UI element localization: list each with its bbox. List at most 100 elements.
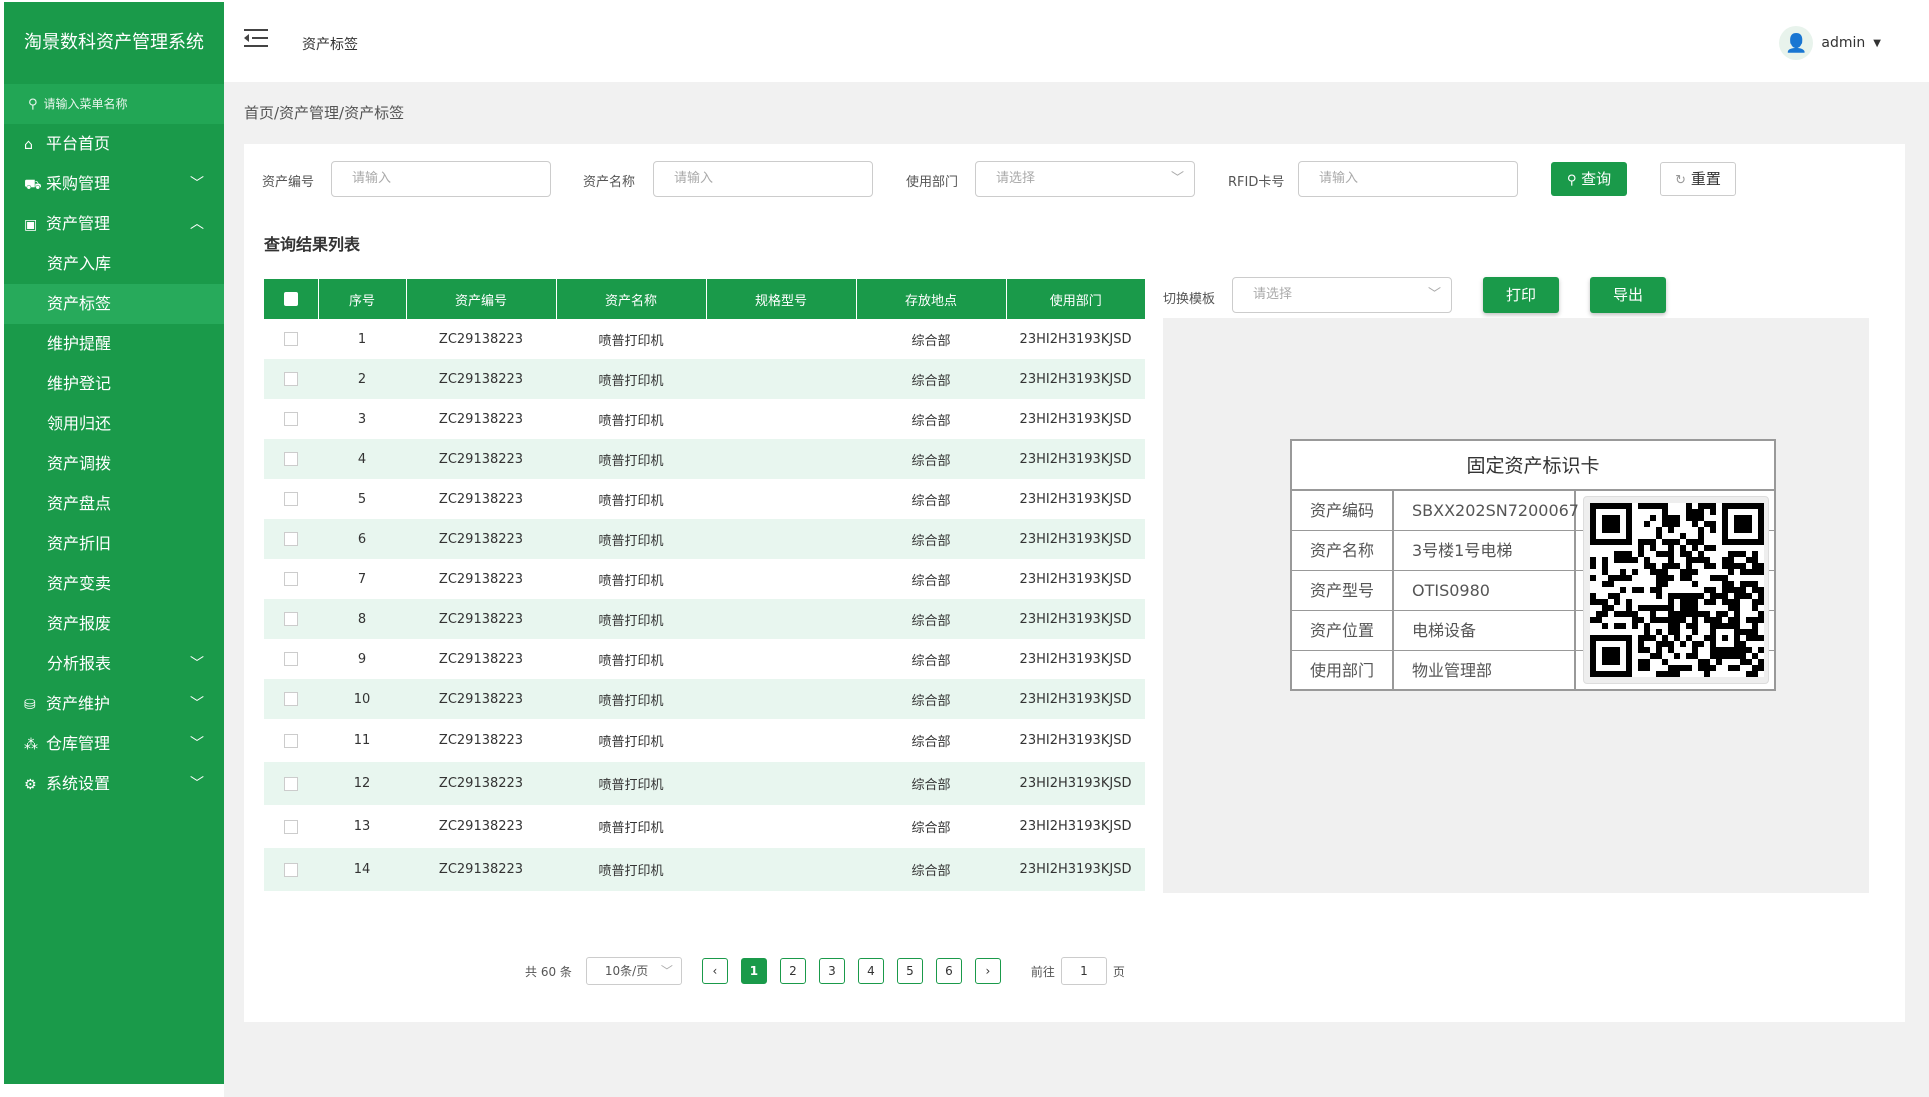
app-root: 淘景数科资产管理系统 ⚲ 请输入菜单名称 ⌂ 平台首页 ⛟ 采购管理 ﹀ ▣ 资产管理 …	[0, 0, 1929, 1097]
prev-page-button[interactable]: ‹	[701, 958, 728, 984]
home-icon: ⌂	[24, 137, 33, 153]
table-row[interactable]: 3 ZC29138223 喷普打印机 综合部 23HI2H3193KJSD	[264, 399, 1145, 439]
chevron-down-icon: ﹀	[190, 736, 204, 752]
submenu-item-asset-transfer[interactable]: 资产调拨	[4, 444, 224, 484]
refresh-icon: ↻	[1675, 173, 1687, 188]
template-select[interactable]: 请选择 ﹀	[1232, 277, 1452, 313]
qr-code-container	[1578, 491, 1774, 689]
table-row[interactable]: 1 ZC29138223 喷普打印机 综合部 23HI2H3193KJSD	[264, 319, 1145, 359]
row-checkbox[interactable]	[264, 639, 318, 679]
row-checkbox[interactable]	[264, 679, 318, 719]
page-button[interactable]: 3	[818, 958, 845, 984]
table-cell: 23HI2H3193KJSD	[1006, 439, 1145, 479]
menu-collapse-icon[interactable]	[244, 28, 268, 54]
row-checkbox[interactable]	[264, 719, 318, 762]
table-cell: 23HI2H3193KJSD	[1019, 651, 1132, 667]
submenu-item-asset-scrap[interactable]: 资产报废	[4, 604, 224, 644]
query-button[interactable]: ⚲ 查询	[1551, 162, 1627, 196]
table-row[interactable]: 4 ZC29138223 喷普打印机 综合部 23HI2H3193KJSD	[264, 439, 1145, 479]
submenu-item-asset-inventory[interactable]: 资产盘点	[4, 484, 224, 524]
row-checkbox[interactable]	[264, 805, 318, 848]
page-size-select[interactable]: 10条/页 ﹀	[585, 957, 682, 985]
table-cell: 喷普打印机	[556, 519, 706, 559]
table-cell: 23HI2H3193KJSD	[1019, 733, 1132, 748]
reset-button[interactable]: ↻ 重置	[1660, 162, 1736, 196]
sidebar-item-asset-maintenance[interactable]: ⛁ 资产维护 ﹀	[4, 684, 224, 724]
export-button[interactable]: 导出	[1590, 277, 1666, 313]
submenu-item-asset-depreciation[interactable]: 资产折旧	[4, 524, 224, 564]
table-cell: 喷普打印机	[556, 679, 706, 719]
table-cell	[706, 599, 856, 639]
table-row[interactable]: 11 ZC29138223 喷普打印机 综合部 23HI2H3193KJSD	[264, 719, 1145, 762]
table-cell: 23HI2H3193KJSD	[1006, 519, 1145, 559]
dept-label: 使用部门	[906, 175, 959, 190]
table-row[interactable]: 14 ZC29138223 喷普打印机 综合部 23HI2H3193KJSD	[264, 848, 1145, 891]
dept-select[interactable]: 请选择 ﹀	[975, 161, 1195, 197]
sidebar-item-settings[interactable]: ⚙ 系统设置 ﹀	[4, 764, 224, 804]
table-row[interactable]: 12 ZC29138223 喷普打印机 综合部 23HI2H3193KJSD	[264, 762, 1145, 805]
table-cell: 喷普打印机	[598, 413, 664, 429]
col-header: 资产名称	[556, 279, 707, 319]
table-row[interactable]: 8 ZC29138223 喷普打印机 综合部 23HI2H3193KJSD	[264, 599, 1145, 639]
table-cell	[706, 559, 856, 599]
row-checkbox[interactable]	[264, 399, 318, 439]
asset-code-input[interactable]: 请输入	[331, 161, 551, 197]
table-row[interactable]: 9 ZC29138223 喷普打印机 综合部 23HI2H3193KJSD	[264, 639, 1145, 679]
table-cell: 3	[357, 411, 367, 427]
row-checkbox[interactable]	[264, 519, 318, 559]
asset-name-input[interactable]: 请输入	[653, 161, 873, 197]
table-body: 1 ZC29138223 喷普打印机 综合部 23HI2H3193KJSD 2 ZC2913…	[264, 319, 1145, 891]
table-cell: 喷普打印机	[598, 333, 664, 349]
results-table: 序号 资产编号 资产名称 规格型号 存放地点 使用部门 1 ZC29138223 喷…	[264, 279, 1145, 891]
sidebar-item-warehouse[interactable]: ⁂ 仓库管理 ﹀	[4, 724, 224, 764]
row-checkbox[interactable]	[264, 359, 318, 399]
row-checkbox[interactable]	[264, 319, 318, 359]
table-cell	[706, 719, 856, 762]
submenu-item-asset-in[interactable]: 资产入库	[4, 244, 224, 284]
page-button[interactable]: 5	[896, 958, 923, 984]
submenu-item-maintenance-reminder[interactable]: 维护提醒	[4, 324, 224, 364]
sidebar-item-home[interactable]: ⌂ 平台首页	[4, 124, 224, 164]
next-page-button[interactable]: ›	[974, 958, 1001, 984]
page-button[interactable]: 4	[857, 958, 884, 984]
submenu-item-reports[interactable]: 分析报表 ﹀	[4, 644, 224, 684]
page-button[interactable]: 6	[935, 958, 962, 984]
rfid-input[interactable]: 请输入	[1298, 161, 1518, 197]
select-all-checkbox[interactable]	[264, 279, 319, 319]
goto-suffix: 页	[1112, 964, 1125, 979]
chevron-down-icon: ﹀	[190, 176, 204, 192]
row-checkbox[interactable]	[264, 559, 318, 599]
page-size-value: 10条/页	[604, 964, 649, 978]
table-row[interactable]: 6 ZC29138223 喷普打印机 综合部 23HI2H3193KJSD	[264, 519, 1145, 559]
chevron-down-icon: ﹀	[1170, 171, 1184, 186]
table-row[interactable]: 13 ZC29138223 喷普打印机 综合部 23HI2H3193KJSD	[264, 805, 1145, 848]
table-row[interactable]: 7 ZC29138223 喷普打印机 综合部 23HI2H3193KJSD	[264, 559, 1145, 599]
table-cell: 喷普打印机	[598, 573, 664, 589]
page-title: 资产标签	[302, 37, 358, 53]
print-button[interactable]: 打印	[1483, 277, 1559, 313]
col-header: 序号	[318, 279, 407, 319]
table-row[interactable]: 2 ZC29138223 喷普打印机 综合部 23HI2H3193KJSD	[264, 359, 1145, 399]
page-button[interactable]: 1	[740, 958, 767, 984]
submenu-item-maintenance-register[interactable]: 维护登记	[4, 364, 224, 404]
checkbox-icon	[284, 692, 298, 706]
user-menu[interactable]: 👤 admin ▼	[1779, 26, 1881, 60]
row-checkbox[interactable]	[264, 762, 318, 805]
chevron-down-icon: ﹀	[660, 964, 673, 978]
submenu-item-asset-sale[interactable]: 资产变卖	[4, 564, 224, 604]
sidebar-item-purchase[interactable]: ⛟ 采购管理 ﹀	[4, 164, 224, 204]
sidebar-item-asset-management[interactable]: ▣ 资产管理 ︿	[4, 204, 224, 244]
row-checkbox[interactable]	[264, 439, 318, 479]
page-button[interactable]: 2	[779, 958, 806, 984]
table-row[interactable]: 5 ZC29138223 喷普打印机 综合部 23HI2H3193KJSD	[264, 479, 1145, 519]
row-checkbox[interactable]	[264, 599, 318, 639]
search-icon: ⚲	[28, 97, 38, 112]
submenu-item-asset-label[interactable]: 资产标签	[4, 284, 224, 324]
goto-page-input[interactable]: 1	[1060, 957, 1107, 985]
table-row[interactable]: 10 ZC29138223 喷普打印机 综合部 23HI2H3193KJSD	[264, 679, 1145, 719]
row-checkbox[interactable]	[264, 848, 318, 891]
submenu-item-borrow-return[interactable]: 领用归还	[4, 404, 224, 444]
menu-search[interactable]: ⚲ 请输入菜单名称	[4, 84, 224, 124]
row-checkbox[interactable]	[264, 479, 318, 519]
table-cell	[706, 805, 856, 848]
